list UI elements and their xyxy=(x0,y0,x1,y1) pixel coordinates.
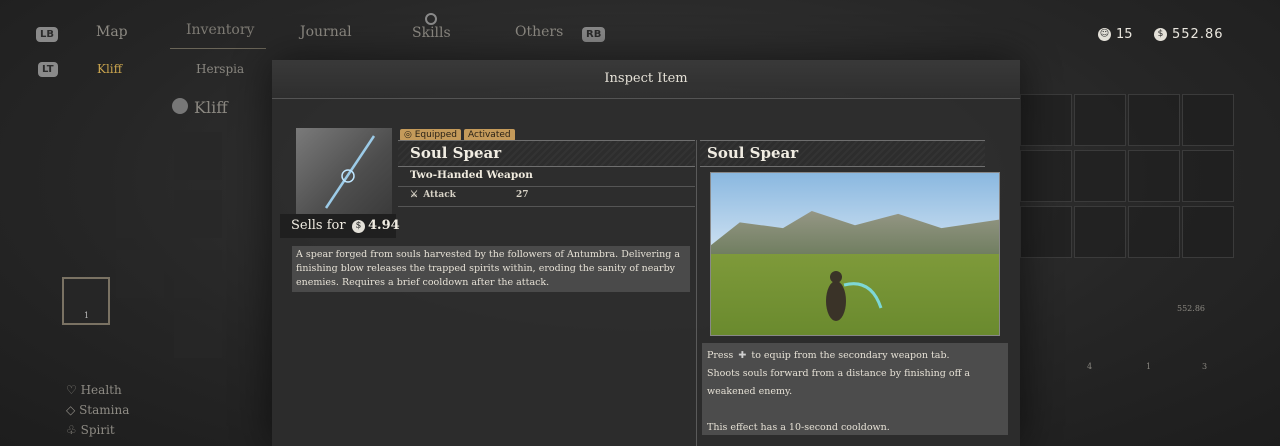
divider xyxy=(398,186,695,187)
tip-line-2: Shoots souls forward from a distance by … xyxy=(707,368,971,397)
character-name: Kliff xyxy=(194,98,228,117)
equipped-icon: ◎ xyxy=(404,130,415,140)
silver-counter: $552.86 xyxy=(1154,27,1224,42)
inventory-slot[interactable] xyxy=(1182,150,1234,202)
token-value: 15 xyxy=(1116,27,1133,42)
inventory-slot[interactable] xyxy=(1074,206,1126,258)
item-name: Soul Spear xyxy=(410,144,502,162)
sword-icon: ⚔ xyxy=(410,190,419,200)
lb-hint: LB xyxy=(36,27,58,42)
equipment-slot-gloves[interactable] xyxy=(174,250,222,298)
inventory-slot[interactable] xyxy=(1074,94,1126,146)
status-badges: ◎ Equipped Activated xyxy=(400,122,518,141)
tip-line-1-pre: Press xyxy=(707,350,734,361)
dpad-icon: ✚ xyxy=(738,350,747,361)
health-icon: ♡ xyxy=(66,383,77,397)
spear-icon xyxy=(324,135,376,209)
stat-health-label: Health xyxy=(80,383,122,397)
skills-notification-icon xyxy=(425,13,437,25)
sells-for-value: 4.94 xyxy=(368,218,400,233)
equipment-slot-selected[interactable]: 1 xyxy=(62,277,110,325)
tab-inventory[interactable]: Inventory xyxy=(186,22,254,38)
inventory-count-c: 3 xyxy=(1202,362,1208,371)
equipment-slot-bow[interactable] xyxy=(116,190,164,238)
token-icon: ☺ xyxy=(1098,28,1111,41)
stat-stamina: ◇ Stamina xyxy=(66,400,129,420)
attack-stat-row: ⚔ Attack 27 xyxy=(410,190,529,200)
character-icon xyxy=(172,98,188,114)
inventory-underline xyxy=(170,48,266,49)
inventory-slot[interactable] xyxy=(1128,94,1180,146)
inventory-slot[interactable] xyxy=(1020,94,1072,146)
stat-stamina-label: Stamina xyxy=(79,403,130,417)
stat-list: ♡ Health ◇ Stamina ♧ Spirit xyxy=(66,380,129,440)
item-type: Two-Handed Weapon xyxy=(410,169,533,181)
skill-preview-video xyxy=(710,172,1000,336)
preview-title: Soul Spear xyxy=(707,144,799,162)
subtab-kliff[interactable]: Kliff xyxy=(97,62,122,76)
stat-spirit-label: Spirit xyxy=(80,423,115,437)
subtab-herspia[interactable]: Herspia xyxy=(196,62,244,76)
badge-equipped-label: Equipped xyxy=(414,130,457,140)
sells-for-box: Sells for $ 4.94 xyxy=(280,214,400,238)
attack-value: 27 xyxy=(516,190,529,200)
character-silhouette xyxy=(826,271,883,321)
item-header: Soul Spear xyxy=(398,140,695,167)
inventory-slot[interactable] xyxy=(1128,150,1180,202)
inventory-slot[interactable] xyxy=(1020,206,1072,258)
column-separator xyxy=(696,140,697,446)
spirit-icon: ♧ xyxy=(66,423,77,437)
tip-line-1-post: to equip from the secondary weapon tab. xyxy=(751,350,950,361)
inventory-slot[interactable] xyxy=(1182,206,1234,258)
inventory-grid: 552.86 4 1 3 xyxy=(1005,92,1280,446)
attack-label: Attack xyxy=(423,190,456,200)
sells-for-label: Sells for xyxy=(291,218,346,233)
slot-count: 1 xyxy=(84,311,90,320)
divider xyxy=(398,206,695,207)
inventory-price: 552.86 xyxy=(1177,304,1205,313)
silver-coin-icon: $ xyxy=(1154,28,1167,41)
inventory-slot[interactable] xyxy=(1182,94,1234,146)
equipment-slot-boots[interactable] xyxy=(174,310,222,358)
silver-coin-icon: $ xyxy=(352,220,365,233)
equipment-slot-helmet[interactable] xyxy=(174,132,222,180)
tab-others[interactable]: Others xyxy=(515,24,563,40)
tip-line-1: Press ✚ to equip from the secondary weap… xyxy=(707,347,1003,365)
inventory-slot[interactable] xyxy=(1020,150,1072,202)
token-counter: ☺ 15 xyxy=(1098,27,1133,42)
modal-title: Inspect Item xyxy=(272,60,1020,99)
rb-hint: RB xyxy=(582,27,606,42)
equipment-slot-chest[interactable] xyxy=(174,190,222,238)
tip-line-3: This effect has a 10-second cooldown. xyxy=(707,422,890,433)
top-navigation: LB Map Inventory Journal Skills Others R… xyxy=(0,0,1280,60)
inventory-slot[interactable] xyxy=(1074,150,1126,202)
inventory-slot[interactable] xyxy=(1128,206,1180,258)
item-description: A spear forged from souls harvested by t… xyxy=(292,246,690,292)
stamina-icon: ◇ xyxy=(66,403,76,417)
tab-skills[interactable]: Skills xyxy=(412,25,451,41)
inventory-count-b: 1 xyxy=(1146,362,1152,371)
stat-spirit: ♧ Spirit xyxy=(66,420,129,440)
lt-hint: LT xyxy=(38,62,58,77)
silver-value: 552.86 xyxy=(1172,27,1224,42)
equipment-slot-accessory[interactable] xyxy=(116,250,164,298)
inventory-count-a: 4 xyxy=(1087,362,1093,371)
skill-tooltip: Press ✚ to equip from the secondary weap… xyxy=(702,343,1008,435)
stat-health: ♡ Health xyxy=(66,380,129,400)
tab-journal[interactable]: Journal xyxy=(300,24,352,40)
item-image xyxy=(296,128,392,216)
tab-map[interactable]: Map xyxy=(96,24,128,40)
preview-header: Soul Spear xyxy=(700,140,985,167)
